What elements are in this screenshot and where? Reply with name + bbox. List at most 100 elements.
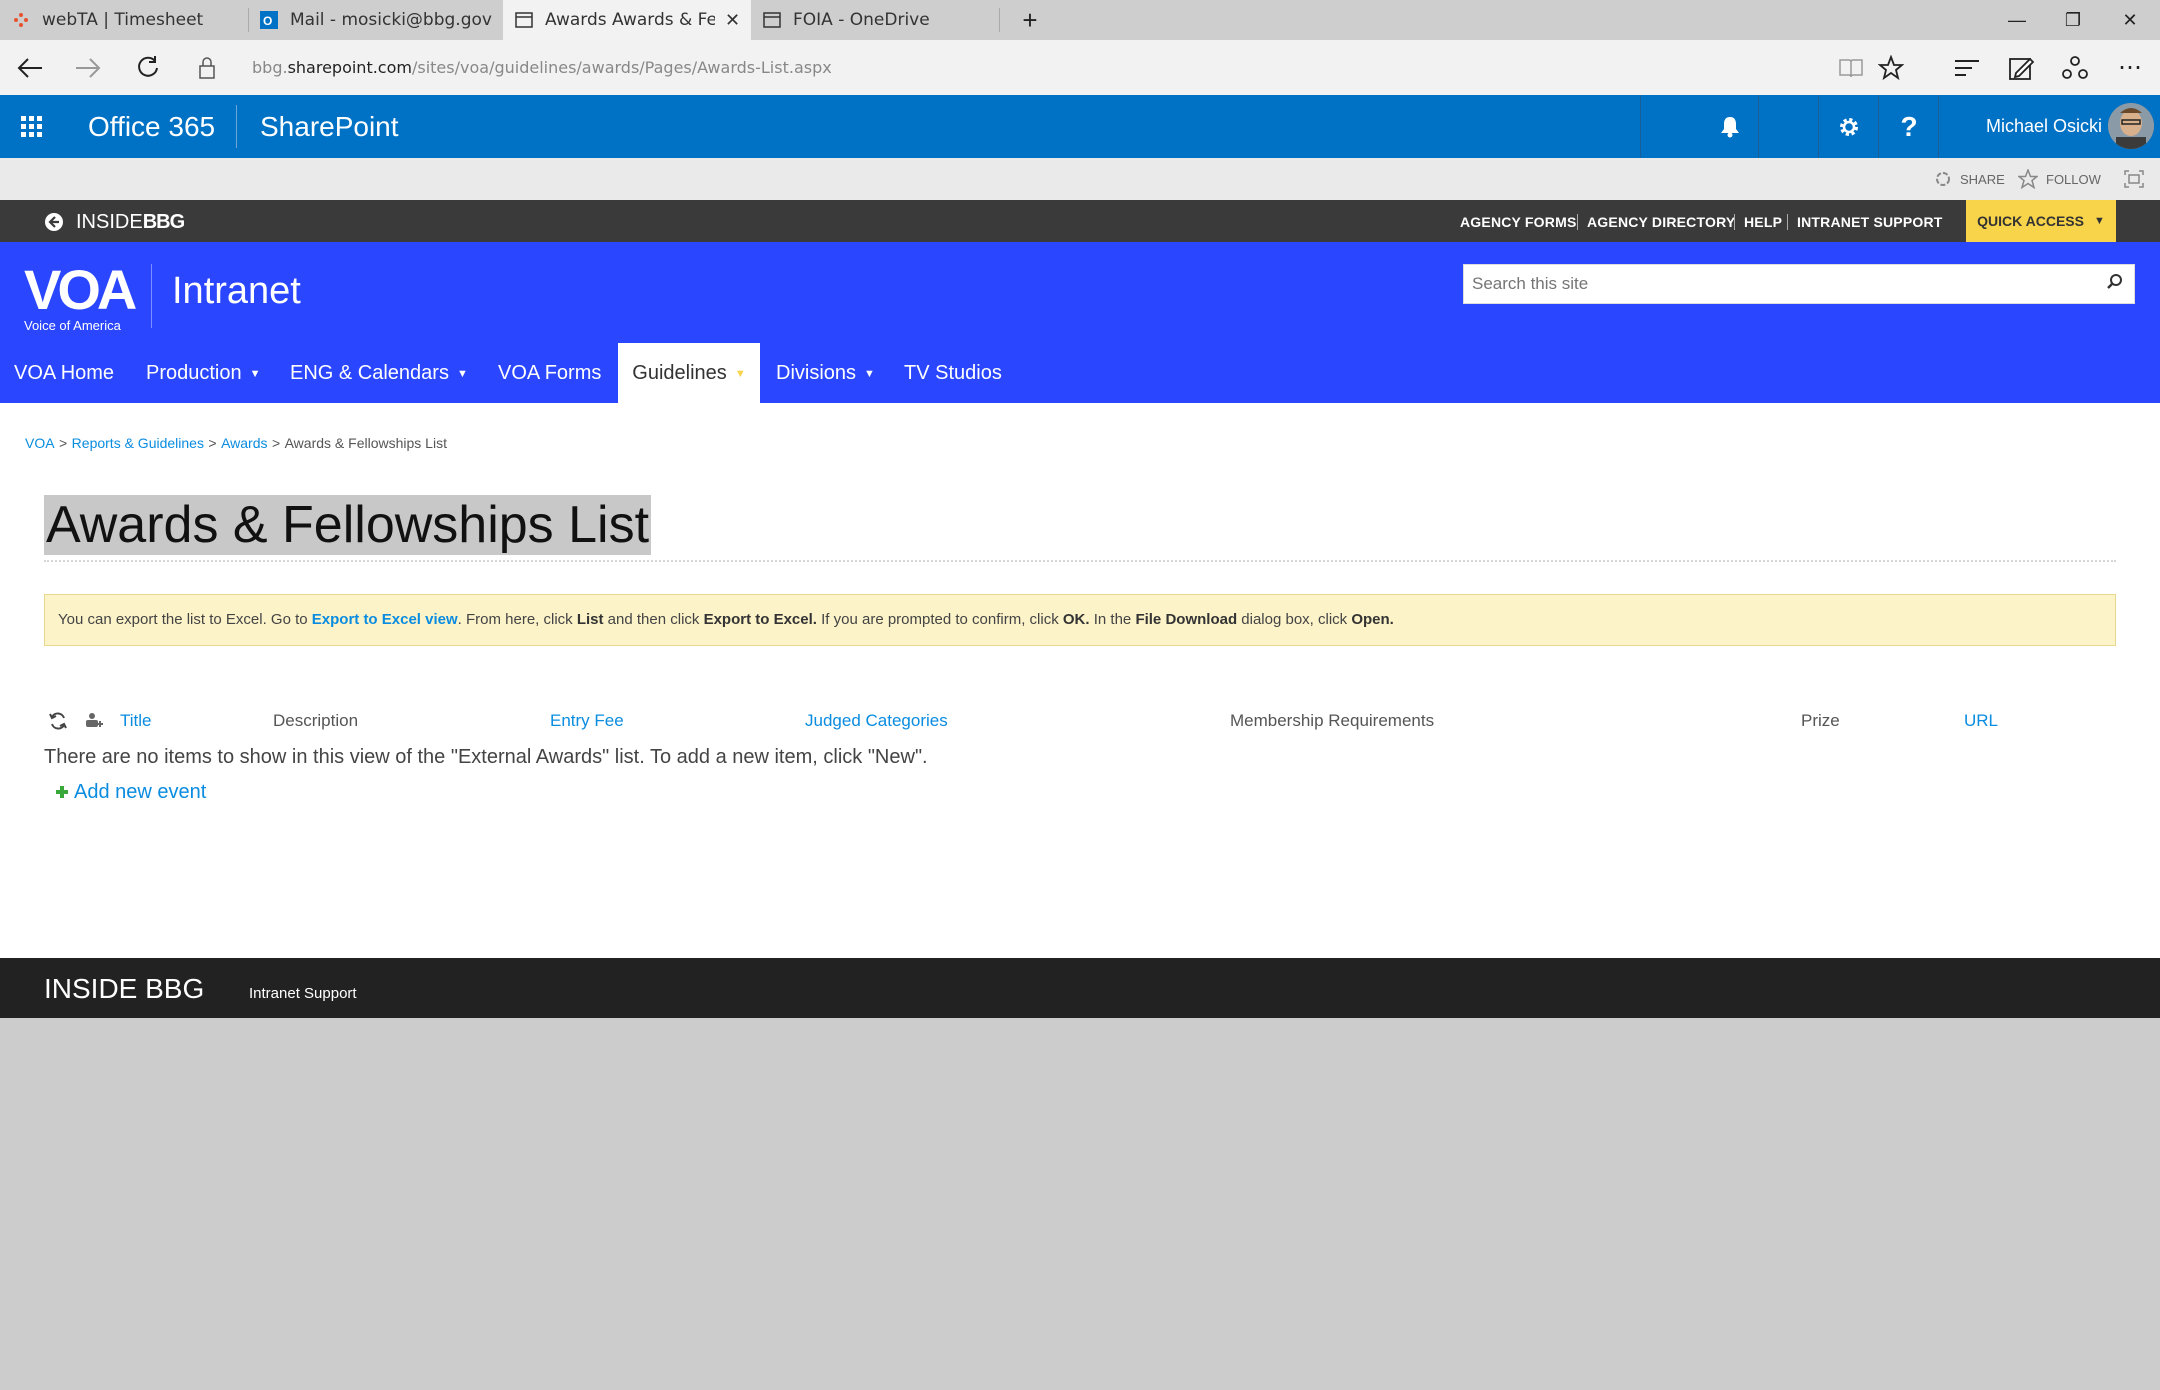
close-window-button[interactable]: ✕ <box>2100 0 2160 40</box>
tab-webta[interactable]: webTA | Timesheet <box>0 0 248 40</box>
nav-guidelines[interactable]: Guidelines ▼ <box>618 343 760 403</box>
sharepoint-link[interactable]: SharePoint <box>260 95 399 158</box>
svg-text:O: O <box>263 14 272 28</box>
share-button[interactable]: SHARE <box>1934 158 2005 200</box>
empty-list-message: There are no items to show in this view … <box>44 746 928 768</box>
intranet-support-link[interactable]: INTRANET SUPPORT <box>1797 200 1943 242</box>
breadcrumb-reports-guidelines[interactable]: Reports & Guidelines <box>72 435 204 451</box>
nav-label: Production <box>146 362 242 384</box>
settings-gear-icon[interactable] <box>1820 95 1878 158</box>
tab-awards[interactable]: Awards Awards & Fellov ✕ <box>503 0 751 40</box>
url-prefix: bbg. <box>252 58 288 77</box>
web-note-icon[interactable] <box>1991 40 2051 95</box>
help-icon[interactable]: ? <box>1880 95 1938 158</box>
outlook-icon: O <box>260 11 278 29</box>
nav-divisions[interactable]: Divisions ▼ <box>776 343 875 403</box>
notice-bold: List <box>576 611 604 628</box>
site-title[interactable]: Intranet <box>172 270 301 313</box>
page-icon <box>763 11 781 29</box>
back-circle-icon[interactable] <box>44 212 64 232</box>
notice-bold: Export to Excel. <box>703 611 817 628</box>
refresh-button[interactable] <box>118 40 178 95</box>
column-header-description[interactable]: Description <box>273 711 358 731</box>
follow-button[interactable]: FOLLOW <box>2018 158 2101 200</box>
browser-tab-bar: webTA | Timesheet O Mail - mosicki@bbg.g… <box>0 0 2160 40</box>
avatar[interactable] <box>2108 103 2154 149</box>
footer-brand[interactable]: INSIDE BBG <box>44 958 204 1018</box>
restore-button[interactable]: ❐ <box>2043 0 2103 40</box>
close-icon[interactable]: ✕ <box>725 10 740 31</box>
nav-voa-home[interactable]: VOA Home <box>14 343 114 403</box>
breadcrumb-voa[interactable]: VOA <box>25 435 55 451</box>
tab-label: webTA | Timesheet <box>42 10 204 30</box>
url-path: /sites/voa/guidelines/awards/Pages/Award… <box>411 58 832 77</box>
app-launcher-icon[interactable] <box>0 95 63 158</box>
chevron-down-icon: ▼ <box>864 367 875 380</box>
attachment-icon <box>83 711 105 736</box>
quick-access-button[interactable]: QUICK ACCESS ▼ <box>1966 200 2116 242</box>
user-name[interactable]: Michael Osicki <box>1986 95 2102 158</box>
inside-bbg-topbar: INSIDEBBG AGENCY FORMS AGENCY DIRECTORY … <box>0 200 2160 242</box>
voa-logo[interactable]: VOA Voice of America <box>24 258 137 334</box>
minimize-button[interactable]: — <box>1987 0 2047 40</box>
url-domain: sharepoint.com <box>287 58 412 77</box>
brand-left: INSIDE <box>76 211 143 233</box>
nav-eng-calendars[interactable]: ENG & Calendars ▼ <box>290 343 468 403</box>
column-header-url[interactable]: URL <box>1964 711 1998 731</box>
breadcrumb-separator: > <box>59 435 68 451</box>
nav-voa-forms[interactable]: VOA Forms <box>498 343 601 403</box>
breadcrumb: VOA > Reports & Guidelines > Awards > Aw… <box>25 435 447 453</box>
search-input[interactable] <box>1470 265 2074 303</box>
favorite-star-icon[interactable] <box>1861 40 1921 95</box>
nav-label: VOA Forms <box>498 362 602 384</box>
divider <box>1787 214 1788 230</box>
url-field[interactable]: bbg.sharepoint.com/sites/voa/guidelines/… <box>252 40 832 95</box>
chevron-down-icon: ▼ <box>249 367 261 380</box>
nav-tv-studios[interactable]: TV Studios <box>904 343 1002 403</box>
share-icon[interactable] <box>2045 40 2105 95</box>
office365-link[interactable]: Office 365 <box>88 95 215 158</box>
column-header-prize[interactable]: Prize <box>1801 711 1840 731</box>
divider <box>1878 95 1879 158</box>
site-header: VOA Voice of America Intranet VOA Home P… <box>0 242 2160 403</box>
breadcrumb-awards[interactable]: Awards <box>221 435 267 451</box>
tab-onedrive[interactable]: FOIA - OneDrive <box>751 0 999 40</box>
export-notice: You can export the list to Excel. Go to … <box>44 594 2116 646</box>
hub-icon[interactable] <box>1937 40 1997 95</box>
add-new-event-button[interactable]: Add new event <box>56 781 206 804</box>
tab-mail[interactable]: O Mail - mosicki@bbg.gov <box>248 0 503 40</box>
refresh-icon <box>138 55 158 77</box>
column-header-judged-categories[interactable]: Judged Categories <box>805 711 948 731</box>
column-header-title[interactable]: Title <box>120 711 152 731</box>
back-button[interactable] <box>0 40 60 95</box>
back-arrow-icon <box>17 57 42 78</box>
notice-bold: Open. <box>1351 611 1394 628</box>
site-footer: INSIDE BBG Intranet Support <box>0 958 2160 1018</box>
nav-label: Divisions <box>776 362 857 384</box>
more-options-icon[interactable]: ⋯ <box>2100 40 2160 95</box>
star-icon <box>2018 169 2038 189</box>
sync-icon[interactable] <box>48 711 68 736</box>
help-link[interactable]: HELP <box>1744 200 1782 242</box>
column-header-membership-requirements[interactable]: Membership Requirements <box>1230 711 1434 731</box>
agency-forms-link[interactable]: AGENCY FORMS <box>1460 200 1577 242</box>
focus-mode-icon[interactable] <box>2124 158 2144 200</box>
notifications-bell-icon[interactable] <box>1700 95 1760 158</box>
share-label: SHARE <box>1960 171 2005 187</box>
forward-button[interactable] <box>58 40 118 95</box>
inside-bbg-logo[interactable]: INSIDEBBG <box>76 200 185 242</box>
office365-suite-bar: Office 365 SharePoint ? Michael Osicki <box>0 95 2160 158</box>
search-icon[interactable] <box>2106 273 2124 296</box>
tab-label: Awards Awards & Fellov <box>545 10 715 30</box>
agency-directory-link[interactable]: AGENCY DIRECTORY <box>1587 200 1735 242</box>
footer-intranet-support-link[interactable]: Intranet Support <box>249 958 357 1018</box>
chevron-down-icon: ▼ <box>456 367 468 380</box>
nav-production[interactable]: Production ▼ <box>146 343 261 403</box>
new-tab-button[interactable]: + <box>1000 0 1060 40</box>
lock-icon <box>187 40 227 95</box>
page-title: Awards & Fellowships List <box>44 495 652 555</box>
main-content: VOA > Reports & Guidelines > Awards > Aw… <box>0 403 2160 958</box>
voa-logo-mark: VOA <box>24 258 137 321</box>
export-to-excel-link[interactable]: Export to Excel view <box>312 611 458 628</box>
column-header-entry-fee[interactable]: Entry Fee <box>550 711 624 731</box>
